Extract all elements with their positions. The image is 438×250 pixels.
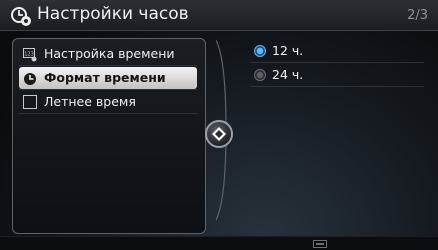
page-indicator: 2/3 [407, 8, 428, 23]
option-24h[interactable]: 24 ч. [254, 66, 424, 86]
keyboard-icon[interactable] [313, 240, 327, 248]
option-divider [250, 86, 424, 87]
clock-settings-icon [9, 4, 33, 28]
option-divider [250, 62, 424, 63]
left-right-arrows-icon [212, 127, 226, 141]
clock-icon [23, 71, 37, 85]
checkbox-icon[interactable] [23, 95, 37, 109]
menu-item-daylight-saving[interactable]: Летнее время [19, 91, 197, 113]
navigation-knob[interactable] [205, 120, 233, 148]
bottom-bar [0, 236, 438, 250]
settings-menu: 123 Настройка времени Формат времени Лет… [12, 38, 206, 234]
menu-divider [19, 113, 197, 114]
option-12h[interactable]: 12 ч. [254, 42, 424, 62]
page-title: Настройки часов [37, 4, 189, 24]
clock-settings-screen: Настройки часов 2/3 123 Настройка времен… [0, 0, 438, 250]
menu-item-label: Летнее время [44, 94, 136, 109]
menu-divider [19, 65, 197, 66]
time-setup-icon: 123 [23, 47, 37, 62]
menu-divider [19, 89, 197, 90]
menu-item-time-setup[interactable]: 123 Настройка времени [19, 43, 197, 65]
menu-item-label: Настройка времени [44, 46, 175, 61]
menu-item-time-format[interactable]: Формат времени [19, 67, 197, 89]
option-label: 12 ч. [272, 43, 304, 58]
title-bar: Настройки часов 2/3 [0, 0, 438, 31]
svg-text:123: 123 [24, 52, 34, 58]
radio-unselected-icon[interactable] [254, 69, 266, 81]
radio-selected-icon[interactable] [254, 45, 266, 57]
menu-item-label: Формат времени [44, 70, 166, 85]
option-label: 24 ч. [272, 67, 304, 82]
